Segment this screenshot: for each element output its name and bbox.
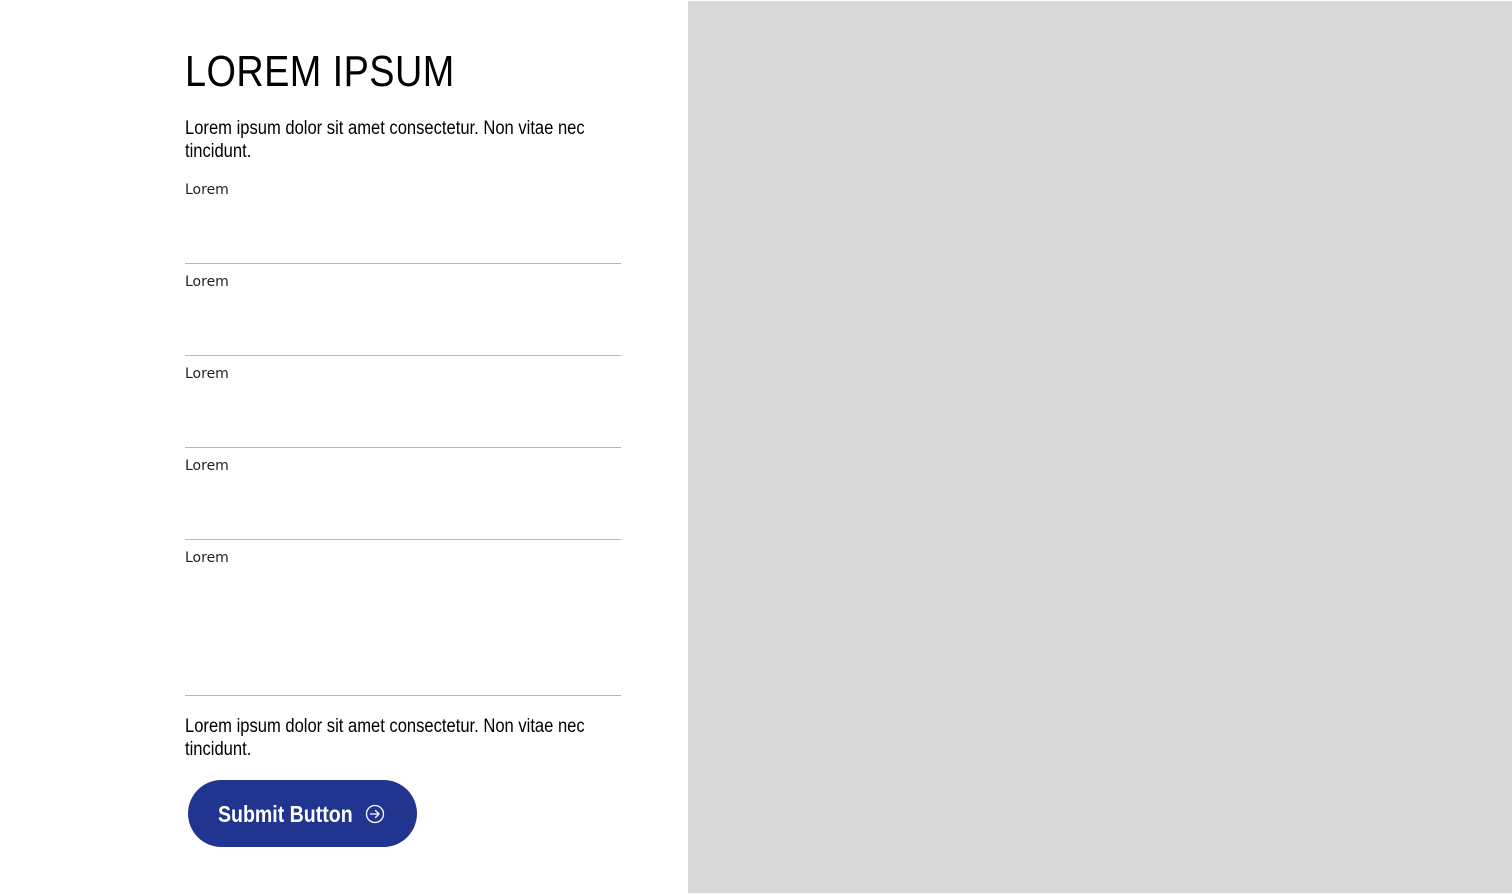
submit-button-label: Submit Button [218, 800, 353, 827]
field-label: Lorem [185, 550, 229, 566]
form-field-3: Lorem [185, 366, 621, 448]
arrow-circle-right-icon [365, 804, 385, 824]
form-description-top: Lorem ipsum dolor sit amet consectetur. … [185, 118, 585, 162]
field-label: Lorem [185, 274, 229, 290]
text-input-1[interactable] [185, 203, 621, 264]
form-field-2: Lorem [185, 274, 621, 356]
form-field-1: Lorem [185, 182, 621, 264]
form-field-5: Lorem [185, 550, 621, 696]
text-input-3[interactable] [185, 387, 621, 448]
field-label: Lorem [185, 458, 229, 474]
page-title: LOREM IPSUM [185, 47, 455, 96]
page: LOREM IPSUM Lorem ipsum dolor sit amet c… [0, 0, 1512, 895]
field-label: Lorem [185, 366, 229, 382]
text-input-4[interactable] [185, 479, 621, 540]
form-field-4: Lorem [185, 458, 621, 540]
field-label: Lorem [185, 182, 229, 198]
submit-button[interactable]: Submit Button [188, 780, 417, 847]
textarea-input[interactable] [185, 571, 621, 696]
text-input-2[interactable] [185, 295, 621, 356]
image-placeholder [688, 1, 1512, 893]
form-description-bottom: Lorem ipsum dolor sit amet consectetur. … [185, 716, 585, 760]
